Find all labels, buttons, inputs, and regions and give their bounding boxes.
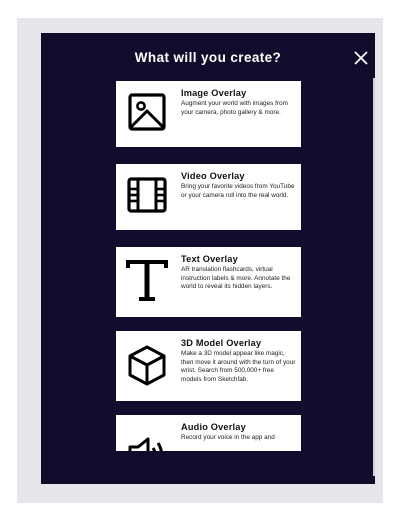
card-description: Augment your world with images from your… bbox=[181, 100, 288, 116]
card-title: 3D Model Overlay bbox=[181, 338, 262, 348]
cube-icon bbox=[122, 341, 172, 391]
create-modal: What will you create? Image Overlay Augm… bbox=[41, 33, 375, 484]
3d-model-overlay-card[interactable]: 3D Model Overlay Make a 3D model appear … bbox=[116, 331, 301, 401]
card-title: Text Overlay bbox=[181, 254, 238, 264]
close-button[interactable] bbox=[354, 51, 368, 65]
text-t-icon bbox=[122, 255, 172, 305]
card-title: Audio Overlay bbox=[181, 422, 246, 432]
scrollbar[interactable] bbox=[373, 78, 375, 476]
card-description: Bring your favorite videos from YouTube … bbox=[181, 183, 295, 199]
card-description: AR translation flashcards, virtual instr… bbox=[181, 266, 291, 291]
card-description: Make a 3D model appear like magic, then … bbox=[181, 350, 296, 383]
image-icon bbox=[122, 87, 172, 137]
audio-overlay-card[interactable]: Audio Overlay Record your voice in the a… bbox=[116, 415, 301, 451]
modal-title: What will you create? bbox=[134, 50, 282, 65]
image-overlay-card[interactable]: Image Overlay Augment your world with im… bbox=[116, 81, 301, 147]
card-description: Record your voice in the app and bbox=[181, 434, 275, 441]
close-icon bbox=[354, 51, 368, 65]
film-icon bbox=[122, 170, 172, 220]
speaker-icon bbox=[122, 429, 172, 451]
text-overlay-card[interactable]: Text Overlay AR translation flashcards, … bbox=[116, 247, 301, 317]
card-title: Image Overlay bbox=[181, 88, 247, 98]
card-title: Video Overlay bbox=[181, 171, 245, 181]
video-overlay-card[interactable]: Video Overlay Bring your favorite videos… bbox=[116, 164, 301, 230]
